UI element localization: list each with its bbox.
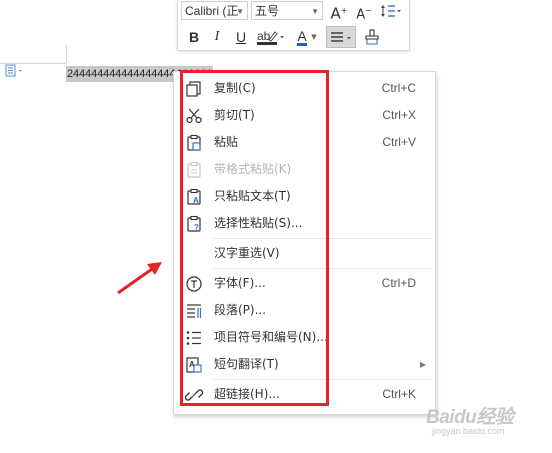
font-name-value: Calibri (正 xyxy=(185,4,239,18)
font-size-select[interactable]: 五号 ▼ xyxy=(251,1,323,20)
svg-text:ab: ab xyxy=(257,29,271,43)
format-painter-icon xyxy=(365,29,379,45)
grow-font-icon: A xyxy=(330,4,341,23)
chevron-right-icon: ▶ xyxy=(419,360,426,369)
menu-item-shortcut: Ctrl+C xyxy=(381,81,416,95)
watermark-logo: Baidu经验 xyxy=(426,407,514,428)
font-color-button[interactable]: A ▼ xyxy=(292,26,322,48)
grow-font-button[interactable]: A+ xyxy=(328,0,350,23)
shrink-font-icon: A xyxy=(356,7,366,23)
align-center-icon xyxy=(331,32,351,42)
font-size-value: 五号 xyxy=(255,4,280,18)
font-name-select[interactable]: Calibri (正 ▼ xyxy=(181,1,248,20)
paragraph-layout-icon[interactable] xyxy=(4,64,26,78)
bold-icon: B xyxy=(188,29,200,45)
page-margin-vertical xyxy=(66,45,67,63)
line-spacing-icon xyxy=(381,5,401,17)
highlight-color-button[interactable]: ab xyxy=(254,26,288,48)
italic-button[interactable]: I xyxy=(206,26,228,48)
mini-format-toolbar: Calibri (正 ▼ 五号 ▼ A+ A− B I U ab A ▼ xyxy=(177,0,410,51)
align-button[interactable] xyxy=(326,26,356,48)
format-painter-button[interactable] xyxy=(361,26,383,48)
watermark-url: jingyan.baidu.com xyxy=(432,426,505,436)
chevron-down-icon: ▼ xyxy=(311,7,319,16)
underline-button[interactable]: U xyxy=(230,26,252,48)
line-spacing-button[interactable] xyxy=(377,0,405,22)
chevron-down-icon: ▼ xyxy=(236,7,244,16)
bold-button[interactable]: B xyxy=(183,26,205,48)
underline-icon: U xyxy=(235,29,247,45)
highlighter-icon: ab xyxy=(257,29,284,45)
annotation-arrow-icon xyxy=(117,262,162,295)
menu-item-shortcut: Ctrl+D xyxy=(381,276,416,290)
menu-item-shortcut: Ctrl+K xyxy=(382,387,416,401)
annotation-highlight-box xyxy=(180,70,329,406)
font-color-icon: A xyxy=(297,28,307,46)
menu-item-shortcut: Ctrl+X xyxy=(382,108,416,122)
chevron-down-icon: ▼ xyxy=(311,33,317,41)
shrink-font-button[interactable]: A− xyxy=(353,0,375,23)
italic-icon: I xyxy=(214,29,220,44)
baidu-watermark: Baidu经验 jingyan.baidu.com xyxy=(426,402,546,442)
menu-item-shortcut: Ctrl+V xyxy=(382,135,416,149)
